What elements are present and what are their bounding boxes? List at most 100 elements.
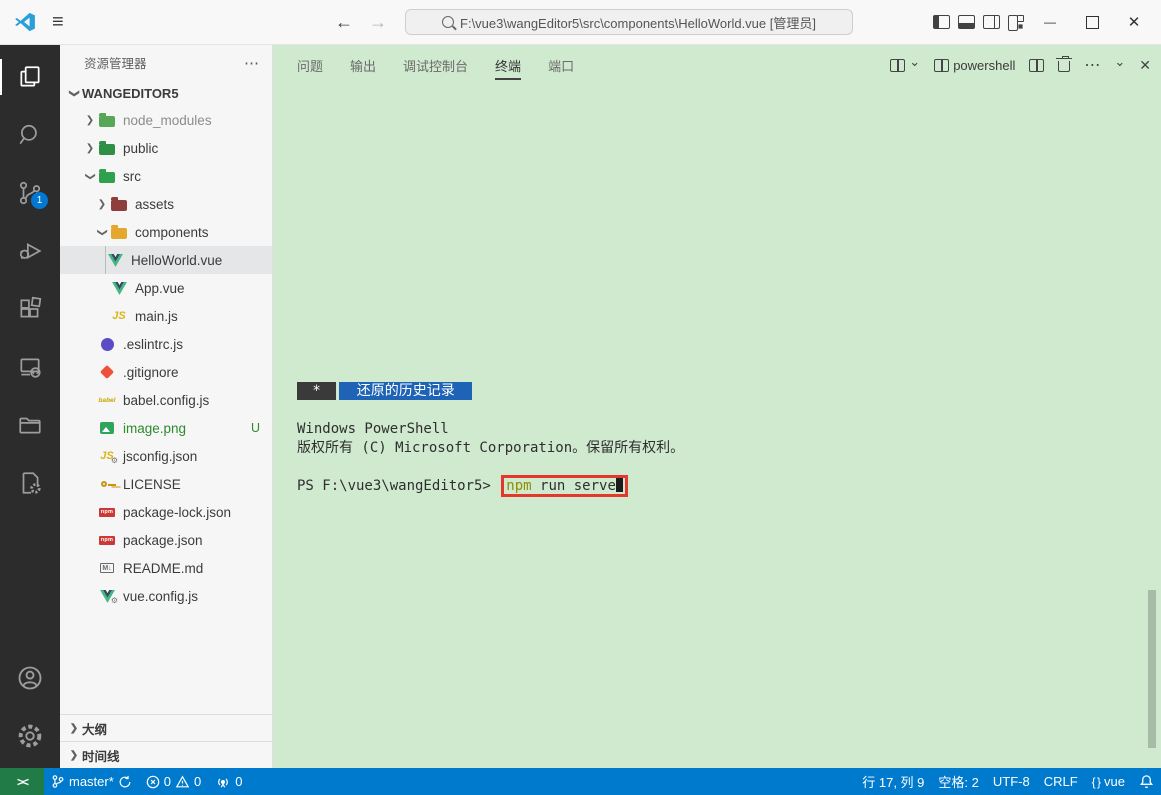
nav-back-icon[interactable] bbox=[335, 12, 353, 33]
git-branch-status[interactable]: master* bbox=[44, 768, 139, 795]
toggle-panel-icon[interactable] bbox=[958, 15, 975, 29]
chevron-down-icon bbox=[94, 227, 110, 238]
activity-source-control[interactable]: 1 bbox=[0, 167, 60, 219]
account-button[interactable] bbox=[0, 652, 60, 704]
tree-item-babel-config[interactable]: babel babel.config.js bbox=[60, 386, 272, 414]
branch-label: master* bbox=[69, 774, 114, 789]
cursor-position-status[interactable]: 行 17, 列 9 bbox=[855, 768, 931, 795]
tree-item-assets[interactable]: assets bbox=[60, 190, 272, 218]
toggle-sidebar-icon[interactable] bbox=[933, 15, 950, 29]
tree-root-wangeditor5[interactable]: WANGEDITOR5 bbox=[60, 80, 272, 106]
terminal-line: Windows PowerShell bbox=[297, 420, 684, 439]
explorer-title: 资源管理器 bbox=[84, 53, 147, 72]
tree-item-readme[interactable]: M↓ README.md bbox=[60, 554, 272, 582]
vscode-window: F:\vue3\wangEditor5\src\components\Hello… bbox=[0, 0, 1161, 795]
trash-icon bbox=[1058, 61, 1070, 72]
eslint-icon bbox=[98, 336, 116, 352]
terminal-output: * 还原的历史记录 Windows PowerShell 版权所有 (C) Mi… bbox=[297, 382, 684, 496]
terminal-new-dropdown[interactable] bbox=[890, 59, 920, 72]
nav-forward-icon bbox=[369, 12, 387, 33]
tree-item-app-vue[interactable]: App.vue bbox=[60, 274, 272, 302]
explorer-sidebar: 资源管理器 WANGEDITOR5 node_modules public sr… bbox=[60, 45, 273, 768]
tab-output[interactable]: 输出 bbox=[350, 47, 376, 84]
vue-config-icon: ⚙ bbox=[98, 588, 116, 604]
jsconfig-icon: JS⚙ bbox=[98, 448, 116, 464]
chevron-right-icon bbox=[94, 199, 110, 210]
tab-problems[interactable]: 问题 bbox=[297, 47, 323, 84]
eol-status[interactable]: CRLF bbox=[1037, 768, 1085, 795]
problems-status[interactable]: 0 0 bbox=[139, 768, 208, 795]
customize-layout-icon[interactable] bbox=[1008, 15, 1025, 29]
language-mode-status[interactable]: vue bbox=[1085, 768, 1132, 795]
activity-project-manager[interactable] bbox=[0, 399, 60, 451]
error-icon bbox=[146, 775, 160, 789]
terminal-instance-powershell[interactable]: powershell bbox=[934, 58, 1015, 73]
folder-icon bbox=[110, 224, 128, 240]
language-label: vue bbox=[1104, 774, 1125, 789]
tree-item-image-png[interactable]: image.png U bbox=[60, 414, 272, 442]
notifications-bell[interactable] bbox=[1132, 768, 1161, 795]
explorer-more-actions-icon[interactable] bbox=[244, 54, 260, 72]
outline-section[interactable]: 大纲 bbox=[60, 714, 272, 741]
tree-item-main-js[interactable]: JS main.js bbox=[60, 302, 272, 330]
tree-item-vue-config[interactable]: ⚙ vue.config.js bbox=[60, 582, 272, 610]
terminal-scrollbar[interactable] bbox=[1148, 590, 1156, 748]
tree-item-package-json[interactable]: npm package.json bbox=[60, 526, 272, 554]
tree-item-src[interactable]: src bbox=[60, 162, 272, 190]
chevron-right-icon bbox=[82, 143, 98, 154]
terminal-icon bbox=[934, 59, 949, 72]
error-count: 0 bbox=[164, 774, 171, 789]
panel-more-actions[interactable] bbox=[1084, 55, 1100, 75]
sync-icon bbox=[118, 775, 132, 789]
window-minimize-button[interactable] bbox=[1033, 7, 1067, 37]
tree-item-helloworld-vue[interactable]: HelloWorld.vue bbox=[60, 246, 272, 274]
window-close-button[interactable] bbox=[1117, 7, 1151, 37]
npm-icon: npm bbox=[98, 532, 116, 548]
tab-ports[interactable]: 端口 bbox=[548, 47, 574, 84]
tab-terminal[interactable]: 终端 bbox=[495, 47, 521, 84]
panel-close-button[interactable] bbox=[1139, 57, 1151, 74]
ports-status[interactable]: 0 bbox=[208, 768, 249, 795]
git-untracked-badge: U bbox=[251, 421, 260, 435]
split-terminal-button[interactable] bbox=[1029, 59, 1044, 72]
braces-icon bbox=[1092, 774, 1100, 789]
tree-item-package-lock[interactable]: npm package-lock.json bbox=[60, 498, 272, 526]
activity-explorer[interactable] bbox=[0, 51, 60, 103]
activity-code-settings[interactable] bbox=[0, 457, 60, 509]
terminal-panel[interactable]: 问题 输出 调试控制台 终端 端口 powershell bbox=[273, 45, 1161, 768]
folder-icon bbox=[98, 112, 116, 128]
tree-item-node-modules[interactable]: node_modules bbox=[60, 106, 272, 134]
menu-hamburger-icon[interactable] bbox=[52, 11, 64, 34]
annotation-box: npm run serve bbox=[501, 475, 628, 497]
activity-search[interactable] bbox=[0, 109, 60, 161]
settings-button[interactable] bbox=[0, 710, 60, 762]
timeline-section[interactable]: 时间线 bbox=[60, 741, 272, 768]
toggle-secondary-sidebar-icon[interactable] bbox=[983, 15, 1000, 29]
tab-debug-console[interactable]: 调试控制台 bbox=[403, 47, 468, 84]
chevron-down-icon bbox=[82, 171, 98, 182]
panel-header: 问题 输出 调试控制台 终端 端口 powershell bbox=[273, 45, 1161, 85]
tree-item-public[interactable]: public bbox=[60, 134, 272, 162]
tree-item-gitignore[interactable]: .gitignore bbox=[60, 358, 272, 386]
tree-item-license[interactable]: LICENSE bbox=[60, 470, 272, 498]
activity-remote-explorer[interactable] bbox=[0, 341, 60, 393]
tree-item-components[interactable]: components bbox=[60, 218, 272, 246]
file-gear-icon bbox=[17, 470, 43, 496]
source-control-badge: 1 bbox=[31, 192, 48, 209]
window-maximize-button[interactable] bbox=[1075, 7, 1109, 37]
activity-run-debug[interactable] bbox=[0, 225, 60, 277]
encoding-status[interactable]: UTF-8 bbox=[986, 768, 1037, 795]
image-icon bbox=[98, 420, 116, 436]
activity-extensions[interactable] bbox=[0, 283, 60, 335]
restored-history-badge: 还原的历史记录 bbox=[339, 382, 472, 400]
command-center-search[interactable]: F:\vue3\wangEditor5\src\components\Hello… bbox=[405, 9, 853, 35]
tree-item-jsconfig[interactable]: JS⚙ jsconfig.json bbox=[60, 442, 272, 470]
tree-item-eslintrc[interactable]: .eslintrc.js bbox=[60, 330, 272, 358]
kill-terminal-button[interactable] bbox=[1058, 58, 1070, 72]
folder-icon bbox=[17, 412, 43, 438]
chevron-right-icon bbox=[66, 723, 82, 734]
indentation-status[interactable]: 空格: 2 bbox=[931, 768, 985, 795]
remote-explorer-icon bbox=[17, 354, 43, 380]
status-bar: master* 0 0 0 行 17, 列 9 空格: 2 UTF-8 CRLF… bbox=[0, 768, 1161, 795]
remote-indicator[interactable] bbox=[0, 768, 44, 795]
